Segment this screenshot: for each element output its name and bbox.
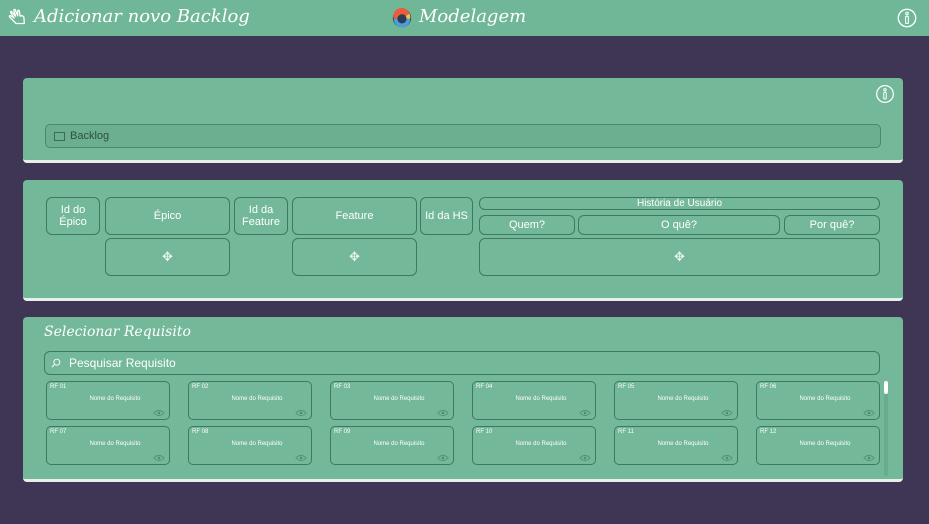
requisito-id: RF 07 (50, 429, 67, 435)
requisito-name: Nome do Requisito (373, 396, 425, 402)
requisito-id: RF 01 (50, 384, 67, 390)
eye-icon[interactable] (295, 454, 307, 462)
eye-icon[interactable] (579, 409, 591, 417)
add-epico-button[interactable]: ✥ (105, 238, 230, 276)
scrollbar-track[interactable] (884, 381, 888, 476)
requisito-card[interactable]: RF 11 Nome do Requisito (614, 426, 738, 465)
backlog-panel: Backlog (23, 78, 903, 163)
requisito-card[interactable]: RF 06 Nome do Requisito (756, 381, 880, 420)
eye-icon[interactable] (721, 409, 733, 417)
eye-icon[interactable] (153, 454, 165, 462)
requisito-name: Nome do Requisito (657, 396, 709, 402)
plus-icon: ✥ (674, 249, 685, 264)
requisito-card[interactable]: RF 03 Nome do Requisito (330, 381, 454, 420)
plus-icon: ✥ (349, 249, 360, 264)
requisito-id: RF 12 (760, 429, 777, 435)
modelagem-logo-icon (392, 7, 412, 28)
requisito-card[interactable]: RF 08 Nome do Requisito (188, 426, 312, 465)
requisito-name: Nome do Requisito (89, 441, 141, 447)
requisito-id: RF 09 (334, 429, 351, 435)
requisito-card[interactable]: RF 07 Nome do Requisito (46, 426, 170, 465)
requisitos-panel: Selecionar Requisito Pesquisar Requisito… (23, 317, 903, 482)
top-bar: Adicionar novo Backlog Modelagem (0, 0, 929, 36)
requisito-name: Nome do Requisito (515, 441, 567, 447)
search-icon (51, 358, 61, 368)
search-input[interactable]: Pesquisar Requisito (44, 351, 880, 375)
plus-icon: ✥ (162, 249, 173, 264)
header-id-feature: Id da Feature (234, 197, 288, 235)
eye-icon[interactable] (579, 454, 591, 462)
info-icon[interactable] (896, 7, 918, 29)
eye-icon[interactable] (721, 454, 733, 462)
app-title: Modelagem (419, 6, 527, 27)
header-historia-de-usuario: História de Usuário (479, 197, 880, 210)
requisito-id: RF 06 (760, 384, 777, 390)
backlog-table-panel: Id do Épico Épico Id da Feature Feature … (23, 180, 903, 301)
requisito-id: RF 05 (618, 384, 635, 390)
header-por-que: Por quê? (784, 215, 880, 235)
requisito-id: RF 08 (192, 429, 209, 435)
requisito-id: RF 11 (618, 429, 634, 435)
page-title: Adicionar novo Backlog (34, 6, 250, 27)
add-historia-button[interactable]: ✥ (479, 238, 880, 276)
requisito-id: RF 03 (334, 384, 351, 390)
requisito-card[interactable]: RF 02 Nome do Requisito (188, 381, 312, 420)
eye-icon[interactable] (437, 454, 449, 462)
requisito-card[interactable]: RF 10 Nome do Requisito (472, 426, 596, 465)
eye-icon[interactable] (295, 409, 307, 417)
eye-icon[interactable] (153, 409, 165, 417)
requisito-card[interactable]: RF 12 Nome do Requisito (756, 426, 880, 465)
requisito-name: Nome do Requisito (231, 441, 283, 447)
requisito-card[interactable]: RF 05 Nome do Requisito (614, 381, 738, 420)
eye-icon[interactable] (863, 409, 875, 417)
info-icon[interactable] (875, 84, 895, 104)
requisito-id: RF 10 (476, 429, 493, 435)
requisito-name: Nome do Requisito (515, 396, 567, 402)
requisito-name: Nome do Requisito (231, 396, 283, 402)
header-feature: Feature (292, 197, 417, 235)
backlog-input-label: Backlog (70, 130, 110, 142)
requisito-name: Nome do Requisito (89, 396, 141, 402)
requisito-name: Nome do Requisito (657, 441, 709, 447)
header-quem: Quem? (479, 215, 575, 235)
header-o-que: O quê? (578, 215, 780, 235)
requisito-card[interactable]: RF 01 Nome do Requisito (46, 381, 170, 420)
search-placeholder: Pesquisar Requisito (69, 356, 176, 370)
backlog-input[interactable]: Backlog (45, 124, 881, 148)
section-title: Selecionar Requisito (44, 324, 191, 340)
requisito-card[interactable]: RF 09 Nome do Requisito (330, 426, 454, 465)
header-epico: Épico (105, 197, 230, 235)
requisito-id: RF 02 (192, 384, 209, 390)
requisito-id: RF 04 (476, 384, 493, 390)
requisito-name: Nome do Requisito (373, 441, 425, 447)
eye-icon[interactable] (863, 454, 875, 462)
eye-icon[interactable] (437, 409, 449, 417)
header-id-hs: Id da HS (420, 197, 473, 235)
requisito-name: Nome do Requisito (799, 396, 851, 402)
requisito-card[interactable]: RF 04 Nome do Requisito (472, 381, 596, 420)
scrollbar-thumb[interactable] (884, 381, 888, 394)
requisito-name: Nome do Requisito (799, 441, 851, 447)
add-feature-button[interactable]: ✥ (292, 238, 417, 276)
header-id-epico: Id do Épico (46, 197, 100, 235)
text-field-icon (54, 131, 65, 141)
back-hand-icon[interactable] (6, 7, 28, 29)
